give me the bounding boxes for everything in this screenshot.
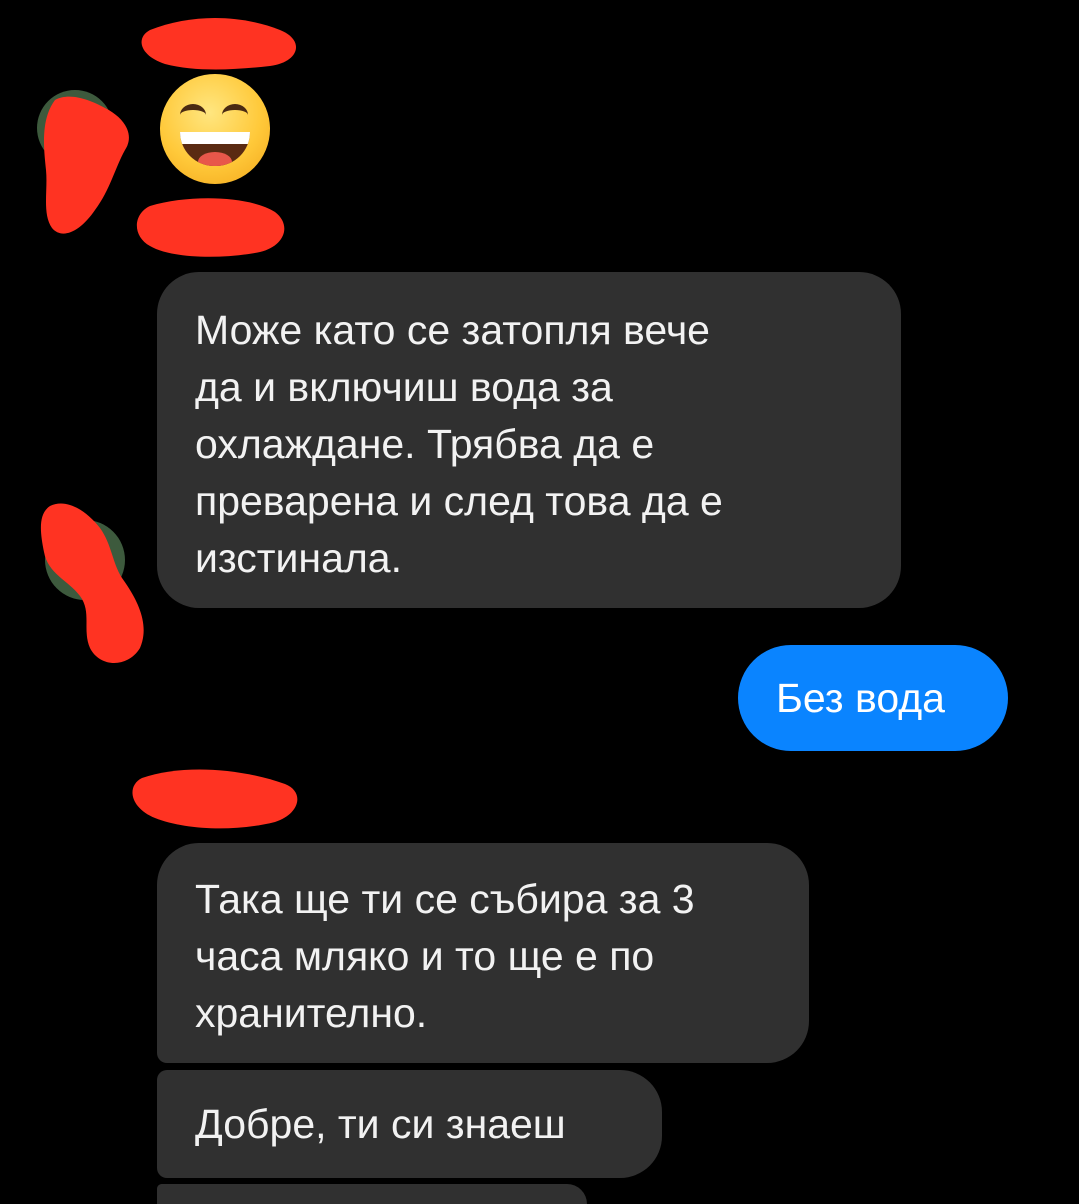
message-text-line: Без вода (776, 675, 945, 721)
emoji-mouth (180, 132, 250, 166)
emoji-tongue (198, 152, 232, 166)
grinning-squinting-face-emoji (160, 74, 270, 184)
emoji-eye-left (180, 104, 206, 126)
message-bubble-incoming[interactable]: Добре, ти си знаеш (157, 1070, 662, 1178)
message-bubble-incoming[interactable]: Така ще ти се събира за 3 часа мляко и т… (157, 843, 809, 1063)
message-text-line: изстинала. (195, 535, 402, 581)
message-bubble-incoming[interactable]: Може като се затопля вече да и включиш в… (157, 272, 901, 608)
message-text-line: Добре, ти си знаеш (195, 1101, 566, 1147)
emoji-teeth (180, 132, 250, 144)
redaction-name-middle (132, 769, 298, 829)
redaction-avatar-1 (43, 96, 129, 234)
emoji-eye-right (222, 104, 248, 126)
redaction-name-top (141, 18, 297, 70)
message-text-line: преварена и след това да е (195, 478, 723, 524)
message-text-line: Така ще ти се събира за 3 (195, 876, 695, 922)
message-thread: Може като се затопля вече да и включиш в… (0, 0, 1079, 1204)
message-bubble-incoming-partial[interactable] (157, 1184, 587, 1204)
message-text-line: хранително. (195, 990, 428, 1036)
message-bubble-outgoing[interactable]: Без вода (738, 645, 1008, 751)
message-text-line: Може като се затопля вече (195, 307, 710, 353)
message-text-line: часа мляко и то ще е по (195, 933, 655, 979)
redaction-name-emoji (136, 198, 285, 257)
message-text-line: да и включиш вода за (195, 364, 613, 410)
message-text-line: охлаждане. Трябва да е (195, 421, 655, 467)
